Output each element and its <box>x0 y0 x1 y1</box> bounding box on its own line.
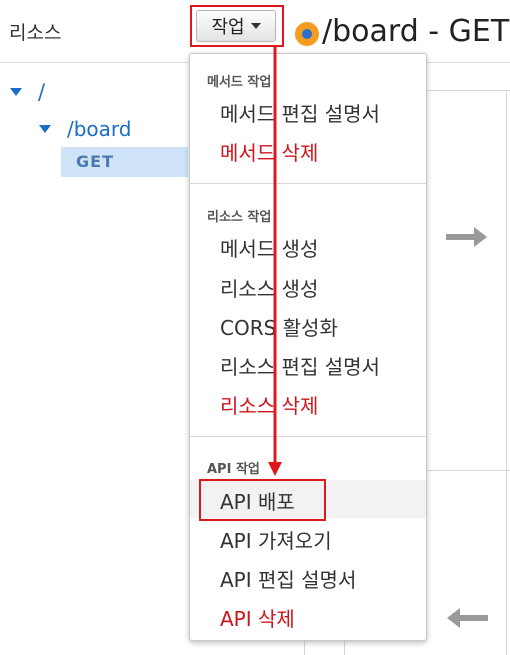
resource-tree-panel: 리소스 / /board GET <box>0 0 188 655</box>
arrow-right-icon <box>446 227 487 247</box>
tree-node-label[interactable]: / <box>38 80 45 104</box>
tree-node-label[interactable]: /board <box>67 117 132 141</box>
menu-section-heading-method: 메서드 작업 <box>207 75 272 90</box>
menu-item-create-resource[interactable]: 리소스 생성 <box>220 273 318 302</box>
menu-item-delete-api[interactable]: API 삭제 <box>220 603 295 632</box>
menu-item-import-api[interactable]: API 가져오기 <box>220 525 332 554</box>
menu-section-heading-resource: 리소스 작업 <box>207 210 272 225</box>
menu-item-edit-method-doc[interactable]: 메서드 편집 설명서 <box>220 98 380 127</box>
tree-node-root[interactable]: / <box>10 80 45 104</box>
page-title: /board - GET <box>322 14 510 49</box>
menu-separator <box>190 183 426 184</box>
menu-item-delete-resource[interactable]: 리소스 삭제 <box>220 390 318 419</box>
divider <box>428 470 510 471</box>
menu-section-heading-api: API 작업 <box>207 462 260 477</box>
menu-item-edit-api-doc[interactable]: API 편집 설명서 <box>220 564 356 593</box>
divider <box>506 90 507 655</box>
menu-item-create-method[interactable]: 메서드 생성 <box>220 233 318 262</box>
resources-heading: 리소스 <box>9 22 62 44</box>
annotation-highlight-box <box>190 5 284 47</box>
tree-node-board[interactable]: /board <box>39 117 132 141</box>
triangle-down-icon[interactable] <box>10 88 22 96</box>
menu-item-enable-cors[interactable]: CORS 활성화 <box>220 312 338 341</box>
triangle-down-icon[interactable] <box>39 125 51 133</box>
arrow-left-icon <box>447 608 488 628</box>
status-dot-icon <box>295 22 319 46</box>
menu-separator <box>190 436 426 437</box>
menu-item-edit-resource-doc[interactable]: 리소스 편집 설명서 <box>220 351 380 380</box>
tree-node-get-method[interactable]: GET <box>61 147 188 177</box>
annotation-highlight-box <box>199 479 326 521</box>
method-label[interactable]: GET <box>76 152 114 171</box>
menu-item-delete-method[interactable]: 메서드 삭제 <box>220 137 318 166</box>
actions-menu: 메서드 작업 메서드 편집 설명서 메서드 삭제 리소스 작업 메서드 생성 리… <box>189 53 427 641</box>
divider <box>0 62 188 63</box>
divider <box>428 90 510 91</box>
